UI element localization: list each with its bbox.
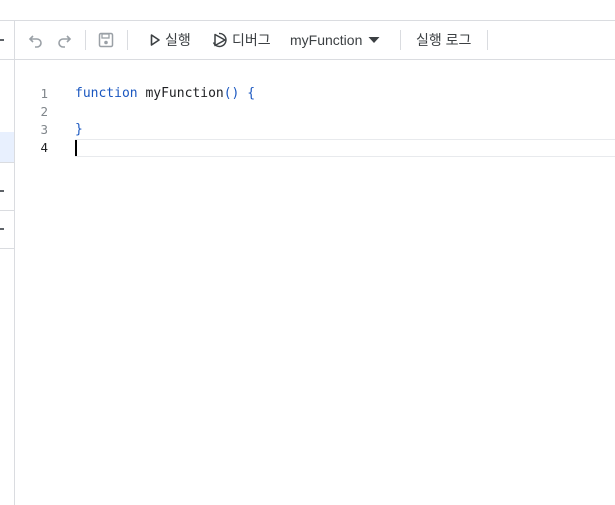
line-number: 4	[40, 140, 48, 155]
line-number: 3	[40, 122, 48, 137]
collapse-icon	[0, 39, 4, 41]
code-text: function myFunction() {	[75, 85, 255, 103]
code-editor[interactable]: 1 function myFunction() { 2 3 } 4	[15, 60, 615, 505]
left-panel-item-active[interactable]	[0, 132, 14, 163]
execution-log-button[interactable]: 실행 로그	[416, 21, 471, 59]
punctuation-token: () {	[223, 86, 256, 101]
code-line: 2	[15, 103, 615, 121]
text-cursor	[75, 140, 77, 156]
function-name-token: myFunction	[145, 86, 224, 101]
punctuation-token: }	[75, 122, 83, 137]
execution-log-label: 실행 로그	[416, 32, 472, 48]
run-label: 실행	[165, 32, 191, 48]
redo-icon[interactable]	[55, 21, 73, 59]
editor-toolbar: 실행 디버그 myFunction 실행 로그	[15, 21, 615, 60]
run-button[interactable]: 실행	[149, 21, 191, 59]
code-line-active: 4	[15, 139, 615, 157]
function-select-value: myFunction	[290, 32, 363, 48]
code-text: }	[75, 121, 83, 139]
left-panel	[0, 21, 15, 505]
left-panel-item[interactable]	[0, 210, 14, 249]
debug-label: 디버그	[232, 32, 271, 48]
toolbar-divider	[85, 30, 86, 50]
line-number: 1	[40, 86, 48, 101]
keyword-token: function	[75, 86, 138, 101]
toolbar-divider	[127, 30, 128, 50]
toolbar-divider	[487, 30, 488, 50]
left-panel-spacer	[0, 59, 14, 131]
current-line-highlight	[75, 139, 615, 157]
top-bar	[0, 0, 615, 21]
left-panel-item[interactable]	[0, 21, 14, 60]
save-icon[interactable]	[97, 21, 115, 59]
collapse-icon	[0, 228, 4, 230]
play-icon	[149, 33, 161, 47]
toolbar-divider	[400, 30, 401, 50]
debug-icon	[211, 31, 229, 49]
code-line: 1 function myFunction() {	[15, 85, 615, 103]
function-select[interactable]: myFunction	[290, 21, 380, 59]
caret-down-icon	[368, 36, 380, 44]
code-line: 3 }	[15, 121, 615, 139]
debug-button[interactable]: 디버그	[211, 21, 271, 59]
line-number: 2	[40, 104, 48, 119]
collapse-icon	[0, 190, 4, 192]
left-panel-item[interactable]	[0, 172, 14, 211]
undo-icon[interactable]	[27, 21, 45, 59]
